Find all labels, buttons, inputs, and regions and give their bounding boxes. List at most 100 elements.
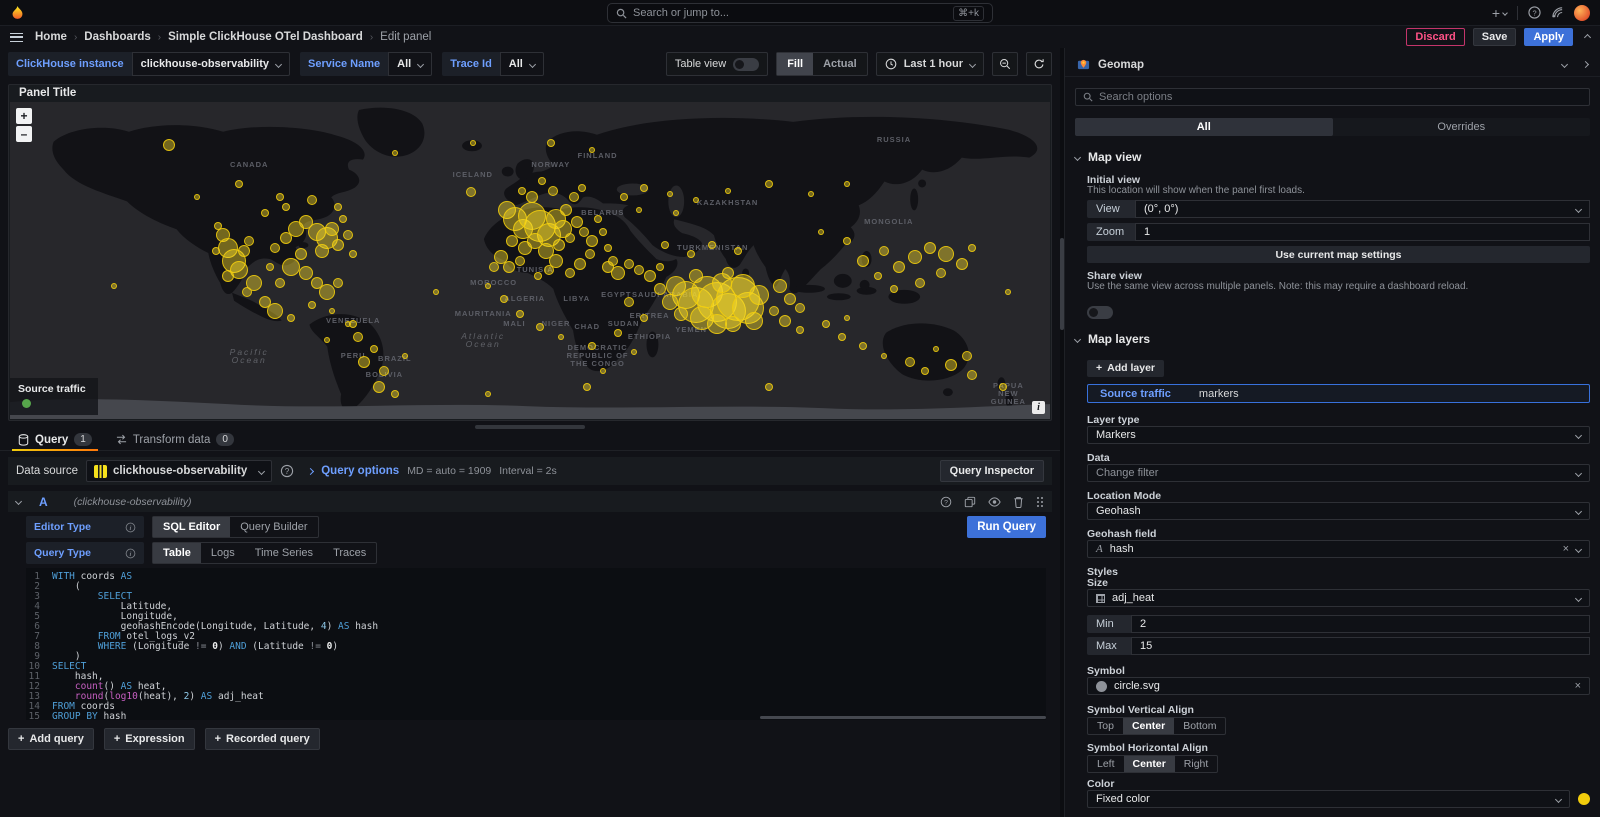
halign-left[interactable]: Left	[1088, 756, 1124, 772]
news-icon[interactable]	[1551, 6, 1564, 19]
query-help-icon[interactable]: ?	[940, 496, 952, 508]
query-options-expand-icon[interactable]	[307, 467, 314, 474]
section-map-layers[interactable]: Map layers	[1075, 332, 1590, 346]
query-type-table[interactable]: Table	[153, 543, 201, 563]
add-expression-button[interactable]: +Expression	[104, 728, 195, 750]
query-card-header[interactable]: A (clickhouse-observability) ?	[8, 491, 1052, 512]
zoom-input[interactable]: 1	[1135, 223, 1590, 241]
datasource-picker[interactable]: clickhouse-observability	[86, 460, 272, 482]
tab-overrides[interactable]: Overrides	[1333, 118, 1591, 136]
halign-center[interactable]: Center	[1124, 756, 1175, 772]
symbol-select[interactable]: circle.svg ×	[1087, 677, 1590, 695]
duplicate-query-icon[interactable]	[964, 496, 976, 508]
actual-option[interactable]: Actual	[813, 53, 867, 75]
query-builder-option[interactable]: Query Builder	[230, 517, 317, 537]
min-input[interactable]: 2	[1131, 615, 1590, 633]
apply-button[interactable]: Apply	[1524, 28, 1573, 46]
breadcrumb-home[interactable]: Home	[35, 31, 67, 43]
clear-icon[interactable]: ×	[1563, 543, 1569, 555]
section-map-view[interactable]: Map view	[1075, 150, 1590, 164]
sql-editor-option[interactable]: SQL Editor	[153, 517, 230, 537]
layer-type-select[interactable]: Markers	[1087, 426, 1590, 444]
discard-button[interactable]: Discard	[1406, 28, 1464, 46]
query-type-timeseries[interactable]: Time Series	[245, 543, 323, 563]
share-view-toggle[interactable]	[1087, 306, 1590, 324]
map-marker	[339, 215, 347, 223]
map-marker	[661, 241, 669, 249]
breadcrumb-dashboards[interactable]: Dashboards	[84, 31, 150, 43]
variable-value-dropdown[interactable]: clickhouse-observability	[132, 52, 290, 76]
data-select[interactable]: Change filter	[1087, 464, 1590, 482]
max-input[interactable]: 15	[1131, 637, 1590, 655]
add-layer-button[interactable]: +Add layer	[1087, 360, 1164, 377]
collapse-query-icon[interactable]	[15, 498, 22, 505]
sql-horizontal-scrollbar[interactable]	[760, 716, 1046, 719]
map-legend: Source traffic	[10, 378, 98, 415]
valign-top[interactable]: Top	[1088, 718, 1123, 734]
add-query-button[interactable]: +Add query	[8, 728, 94, 750]
variable-value-dropdown[interactable]: All	[388, 52, 432, 76]
tab-all[interactable]: All	[1075, 118, 1333, 136]
datasource-help-icon[interactable]: ?	[280, 464, 294, 478]
delete-query-icon[interactable]	[1013, 496, 1024, 508]
tab-query[interactable]: Query 1	[8, 429, 102, 450]
map-attribution-button[interactable]: i	[1032, 401, 1045, 414]
table-view-toggle[interactable]: Table view	[666, 52, 768, 76]
map-country-label: KAZAKHSTAN	[697, 199, 759, 207]
add-menu-button[interactable]: +	[1492, 5, 1507, 21]
time-range-label: Last 1 hour	[904, 58, 963, 70]
help-icon[interactable]: ?	[1528, 6, 1541, 19]
grafana-logo-icon[interactable]	[10, 5, 25, 21]
geohash-field-select[interactable]: A hash ×	[1087, 540, 1590, 558]
valign-center[interactable]: Center	[1123, 718, 1174, 734]
table-view-switch[interactable]	[733, 58, 759, 71]
collapse-header-icon[interactable]	[1584, 33, 1591, 40]
map-marker	[308, 301, 316, 309]
add-recorded-query-button[interactable]: +Recorded query	[205, 728, 320, 750]
options-search-input[interactable]: Search options	[1075, 88, 1590, 106]
query-type-logs[interactable]: Logs	[201, 543, 245, 563]
refresh-button[interactable]	[1026, 52, 1052, 76]
location-mode-select[interactable]: Geohash	[1087, 502, 1590, 520]
map-canvas[interactable]: RUSSIACANADAKAZAKHSTANMONGOLIAICELANDNOR…	[10, 102, 1050, 419]
map-zoom-in-button[interactable]: +	[16, 108, 32, 124]
info-icon[interactable]: i	[125, 548, 136, 559]
svg-text:?: ?	[944, 499, 948, 506]
layer-item-source-traffic[interactable]: Source traffic markers	[1087, 384, 1590, 403]
panel-title[interactable]: Panel Title	[9, 85, 1051, 102]
map-marker	[859, 342, 867, 350]
drag-handle-icon[interactable]	[1036, 496, 1044, 508]
save-button[interactable]: Save	[1473, 28, 1517, 46]
query-inspector-button[interactable]: Query Inspector	[940, 460, 1044, 482]
info-icon[interactable]: i	[125, 522, 136, 533]
viz-picker-chevron-icon[interactable]	[1561, 61, 1568, 68]
avatar[interactable]	[1574, 5, 1590, 21]
global-search-input[interactable]: Search or jump to... ⌘+k	[607, 3, 993, 23]
run-query-button[interactable]: Run Query	[967, 516, 1046, 538]
clear-icon[interactable]: ×	[1575, 680, 1581, 692]
query-type-traces[interactable]: Traces	[323, 543, 376, 563]
tab-transform-data[interactable]: Transform data 0	[106, 429, 244, 450]
valign-bottom[interactable]: Bottom	[1174, 718, 1225, 734]
query-type-chip: Query Type i	[26, 542, 144, 564]
use-current-map-settings-button[interactable]: Use current map settings	[1087, 246, 1590, 263]
halign-right[interactable]: Right	[1175, 756, 1218, 772]
color-select[interactable]: Fixed color	[1087, 790, 1570, 808]
size-field-select[interactable]: adj_heat	[1087, 589, 1590, 607]
color-swatch[interactable]	[1578, 793, 1590, 805]
menu-toggle-icon[interactable]	[10, 33, 23, 42]
variable-value-dropdown[interactable]: All	[500, 52, 544, 76]
zoom-out-time-button[interactable]	[992, 52, 1018, 76]
hide-query-icon[interactable]	[988, 496, 1001, 508]
fill-option[interactable]: Fill	[777, 53, 813, 75]
map-marker	[624, 259, 634, 269]
time-range-picker[interactable]: Last 1 hour	[876, 52, 984, 76]
view-select[interactable]: (0°, 0°)	[1135, 200, 1590, 218]
breadcrumb-dashboard-name[interactable]: Simple ClickHouse OTel Dashboard	[168, 31, 363, 43]
map-zoom-out-button[interactable]: –	[16, 126, 32, 142]
sql-editor[interactable]: 1WITH coords AS2 (3 SELECT4 Latitude,5 L…	[26, 568, 1046, 720]
collapse-options-icon[interactable]	[1582, 61, 1589, 68]
query-options-link[interactable]: Query options	[321, 465, 399, 477]
map-marker	[433, 289, 439, 295]
map-marker	[334, 203, 342, 211]
